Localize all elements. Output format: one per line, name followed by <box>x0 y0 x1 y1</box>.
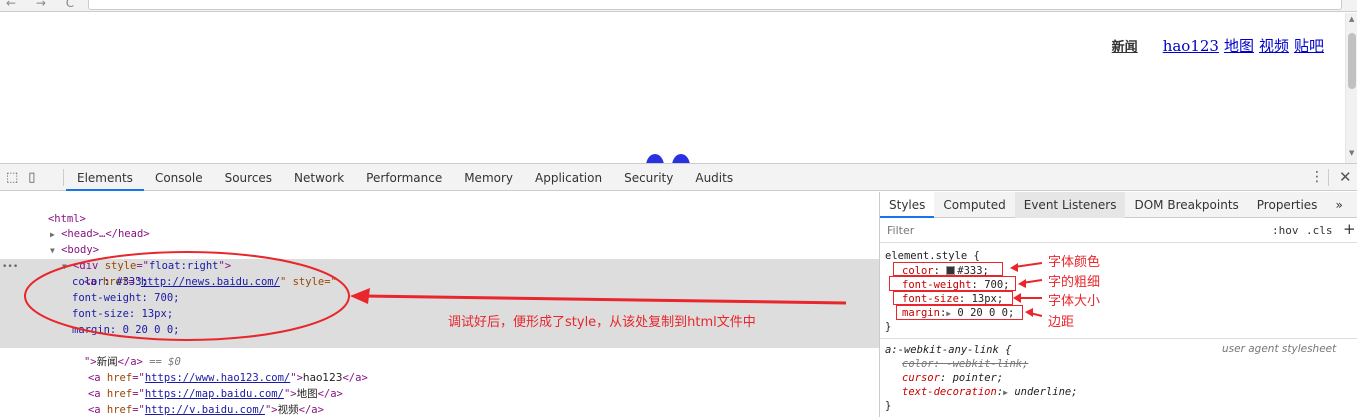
rule-close-brace: } <box>885 321 892 333</box>
styles-subtabs: Styles Computed Event Listeners DOM Brea… <box>880 192 1357 218</box>
tab-elements[interactable]: Elements <box>66 164 144 191</box>
dom-line-a-video[interactable]: <a href="http://v.baidu.com/">视频</a> <box>50 386 324 416</box>
link-map[interactable]: 地图 <box>1224 37 1254 55</box>
href-link-news[interactable]: http://news.baidu.com/ <box>141 276 280 288</box>
dom-line-body[interactable]: ▼ <body> <box>12 226 99 256</box>
devtools-tabs: Elements Console Sources Network Perform… <box>66 164 744 191</box>
inspect-element-icon[interactable]: ⬚ <box>6 170 18 185</box>
subtab-dom-breakpoints[interactable]: DOM Breakpoints <box>1125 192 1247 218</box>
subtab-event-listeners[interactable]: Event Listeners <box>1014 192 1126 218</box>
prop-name: cursor <box>902 372 940 384</box>
subtab-properties[interactable]: Properties <box>1248 192 1327 218</box>
new-rule-button[interactable]: + <box>1343 220 1356 238</box>
top-nav-links: 新闻 hao123 地图 视频 贴吧 <box>1112 35 1324 56</box>
class-toggle-button[interactable]: .cls <box>1306 224 1333 237</box>
device-toggle-icon[interactable]: ▯ <box>28 170 35 185</box>
style-line-color: color: #333; <box>72 276 148 288</box>
devtools-tool-icons: ⬚ ▯ <box>6 170 45 185</box>
dom-line-a-map[interactable]: <a href="https://map.baidu.com/">地图</a> <box>50 370 343 400</box>
highlight-box-margin <box>896 305 1023 320</box>
tab-network[interactable]: Network <box>283 164 355 191</box>
scroll-up-icon[interactable]: ▲ <box>1349 15 1354 23</box>
subtab-computed[interactable]: Computed <box>934 192 1014 218</box>
annotation-label-margin: 边距 <box>1048 315 1075 330</box>
element-style-selector: element.style { <box>885 250 980 262</box>
style-line-margin: margin: 0 20 0 0; <box>72 324 180 336</box>
ua-rule-close-brace: } <box>885 400 892 412</box>
link-news[interactable]: 新闻 <box>1112 40 1138 55</box>
devtools-close-icon[interactable]: ✕ <box>1339 168 1352 186</box>
dom-line-div[interactable]: ▼ <div style="float:right"> <box>24 242 231 272</box>
browser-nav-icons[interactable]: ← → C <box>6 0 82 10</box>
prop-name: text-decoration <box>902 386 997 398</box>
highlight-box-color <box>893 262 1003 276</box>
ua-prop-color: color: -webkit-link; <box>902 358 1029 370</box>
prop-value: pointer; <box>952 372 1004 384</box>
page-viewport: 新闻 hao123 地图 视频 贴吧 <box>0 13 1345 178</box>
dom-line-head[interactable]: ▶ <head>…</head> <box>12 210 150 240</box>
tab-sources[interactable]: Sources <box>214 164 283 191</box>
prop-value: -webkit-link; <box>946 358 1029 370</box>
annotation-label-color: 字体颜色 <box>1048 255 1101 270</box>
attr-style: " style=" <box>279 276 337 288</box>
scrollbar-thumb[interactable] <box>1348 33 1356 89</box>
ua-selector: a:-webkit-any-link { <box>885 344 1012 356</box>
annotation-label-size: 字体大小 <box>1048 294 1101 309</box>
tag-a-close: </a> <box>342 372 368 384</box>
dom-line-a-news-end[interactable]: ">新闻</a> == $0 <box>46 338 181 368</box>
tabbar-divider-right <box>1328 169 1329 186</box>
page-scrollbar[interactable]: ▲ ▼ <box>1345 13 1357 163</box>
ua-anchor-rule: a:-webkit-any-link { user agent styleshe… <box>880 341 1357 417</box>
ua-prop-cursor: cursor: pointer; <box>902 372 1004 384</box>
devtools-menu-icon[interactable]: ⋮ <box>1310 169 1324 185</box>
prop-name: color <box>902 358 934 370</box>
dom-line-a-hao123[interactable]: <a href="https://www.hao123.com/">hao123… <box>50 354 368 384</box>
style-line-weight: font-weight: 700; <box>72 292 180 304</box>
tab-audits[interactable]: Audits <box>684 164 744 191</box>
highlight-box-size <box>893 291 1013 305</box>
expand-shorthand-icon[interactable]: ▶ <box>1003 388 1008 397</box>
rule-divider <box>880 338 1357 339</box>
scroll-down-icon[interactable]: ▼ <box>1349 149 1354 157</box>
highlight-box-weight <box>889 276 1016 291</box>
devtools-tabbar: ⬚ ▯ Elements Console Sources Network Perf… <box>0 164 1357 191</box>
prop-value: underline; <box>1014 386 1078 398</box>
styles-filter-input[interactable]: Filter <box>887 224 914 237</box>
subtab-styles[interactable]: Styles <box>880 192 935 218</box>
style-line-size: font-size: 13px; <box>72 308 174 320</box>
tab-console[interactable]: Console <box>144 164 214 191</box>
tab-memory[interactable]: Memory <box>453 164 524 191</box>
annotation-label-weight: 字的粗细 <box>1048 275 1101 290</box>
elements-tree: ••• <html> ▶ <head>…</head> ▼ <body> ▼ <… <box>0 192 879 417</box>
dom-line-a-news[interactable]: <a href="http://news.baidu.com/" style=" <box>46 258 337 288</box>
devtools-panel: ⬚ ▯ Elements Console Sources Network Perf… <box>0 163 1357 417</box>
tab-application[interactable]: Application <box>524 164 613 191</box>
more-tabs-icon[interactable]: » <box>1326 192 1351 218</box>
url-field[interactable] <box>88 0 1342 10</box>
tab-security[interactable]: Security <box>613 164 684 191</box>
link-tieba[interactable]: 贴吧 <box>1294 37 1324 55</box>
ua-source-label: user agent stylesheet <box>1222 343 1337 355</box>
dom-line-html[interactable]: <html> <box>10 195 86 225</box>
dom-line-a-tieba[interactable]: <a href="https://tieba.baidu.com/index.h… <box>50 402 419 417</box>
tabbar-divider <box>63 169 64 186</box>
styles-filter-bar: Filter :hov .cls + <box>880 219 1357 243</box>
annotation-main-note: 调试好后，便形成了style，从该处复制到html文件中 <box>448 315 756 330</box>
link-hao123[interactable]: hao123 <box>1163 37 1219 55</box>
link-video[interactable]: 视频 <box>1259 37 1289 55</box>
ua-prop-text-decoration: text-decoration:▶ underline; <box>902 386 1078 398</box>
address-bar: ← → C <box>0 0 1357 12</box>
hover-state-button[interactable]: :hov <box>1272 224 1299 237</box>
tab-performance[interactable]: Performance <box>355 164 453 191</box>
